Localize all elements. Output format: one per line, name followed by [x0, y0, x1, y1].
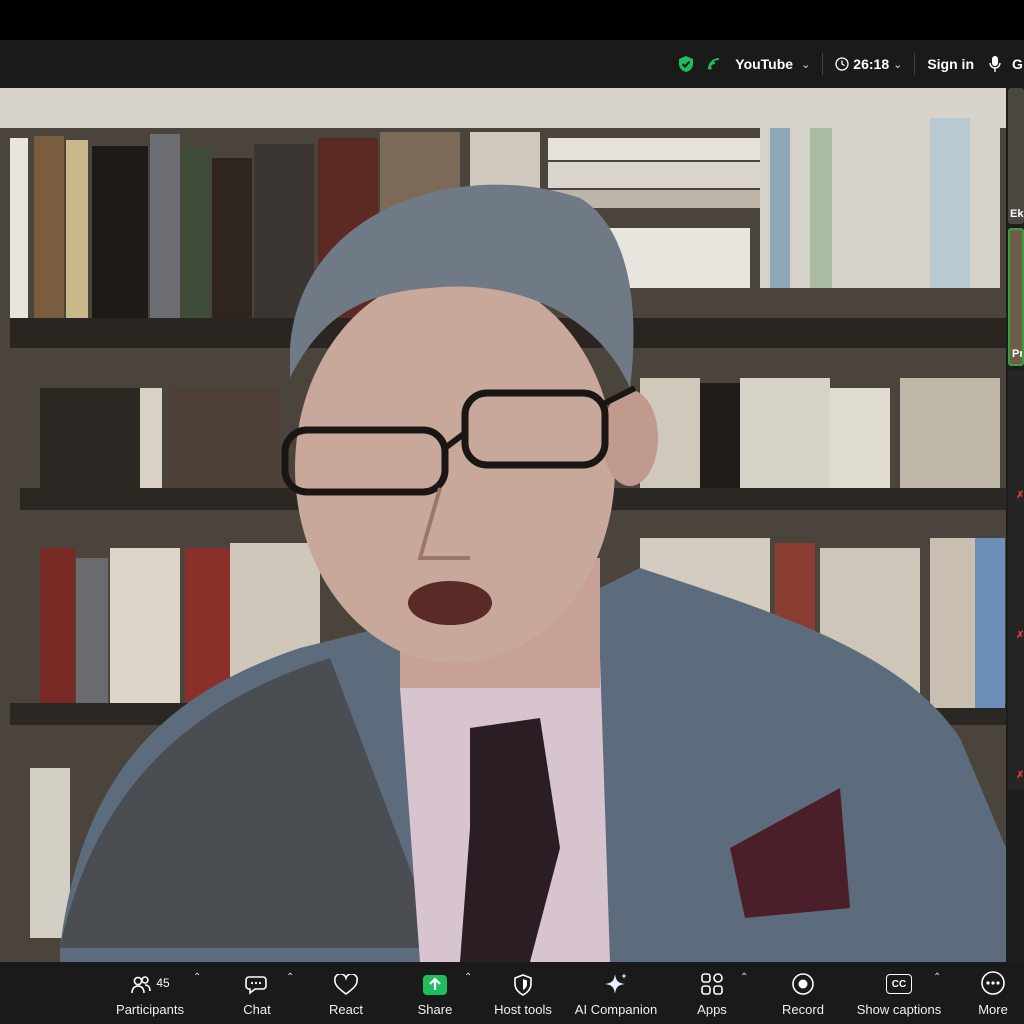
livestream-label: YouTube	[735, 56, 794, 72]
connection-status[interactable]	[707, 40, 735, 88]
top-black-strip	[0, 0, 1024, 40]
meeting-top-bar: YouTube ⌄ 26:18 ⌄ Sign in G	[0, 40, 1024, 88]
clock-icon	[835, 57, 849, 71]
participant-thumbnail[interactable]: ✗ ✗ ✗	[1008, 370, 1024, 790]
chat-label: Chat	[243, 1002, 271, 1017]
more-dots-icon	[981, 971, 1005, 995]
chevron-down-icon: ⌄	[893, 58, 903, 71]
host-tools-button[interactable]: Host tools	[490, 962, 556, 1024]
record-label: Record	[782, 1002, 824, 1017]
cc-icon-text: CC	[891, 978, 907, 990]
active-speaker-thumbnail[interactable]: Pr	[1008, 228, 1024, 366]
muted-mic-icon: ✗	[1016, 770, 1024, 781]
participant-count: 45	[156, 976, 170, 990]
share-button[interactable]: Share	[412, 962, 458, 1024]
chevron-up-icon[interactable]: ⌃	[464, 972, 472, 983]
apps-button[interactable]: Apps	[690, 962, 734, 1024]
apps-label: Apps	[697, 1002, 727, 1017]
record-button[interactable]: Record	[778, 962, 828, 1024]
speaker-video-image	[0, 88, 1006, 962]
react-label: React	[329, 1002, 363, 1017]
show-captions-label: Show captions	[856, 1002, 942, 1017]
sign-in-label: Sign in	[927, 56, 974, 72]
cutoff-control[interactable]: G	[1012, 40, 1024, 88]
more-button[interactable]: More	[972, 962, 1014, 1024]
cc-icon: CC	[886, 974, 912, 994]
sign-in-button[interactable]: Sign in	[927, 40, 974, 88]
signal-icon	[708, 58, 720, 70]
participant-thumbnail[interactable]: Ek	[1008, 88, 1024, 224]
elapsed-time: 26:18	[853, 56, 890, 72]
heart-icon	[334, 974, 358, 996]
chat-button[interactable]: Chat	[232, 962, 282, 1024]
ai-companion-label: AI Companion	[574, 1002, 658, 1017]
meeting-toolbar: 45 Participants ⌃ Chat ⌃ React Share ⌃ H…	[0, 962, 1024, 1024]
muted-mic-icon: ✗	[1016, 630, 1024, 641]
divider	[914, 53, 916, 75]
meeting-timer[interactable]: 26:18 ⌄	[835, 40, 902, 88]
participants-icon	[131, 976, 152, 994]
react-button[interactable]: React	[320, 962, 372, 1024]
participants-button[interactable]: 45 Participants	[108, 962, 192, 1024]
participants-label: Participants	[116, 1002, 184, 1017]
shield-icon	[514, 974, 532, 996]
chevron-up-icon[interactable]: ⌃	[193, 972, 201, 983]
participant-name: Pr	[1012, 348, 1024, 360]
participant-name: Ek	[1010, 208, 1024, 220]
host-tools-label: Host tools	[494, 1002, 552, 1017]
divider	[822, 53, 824, 75]
muted-mic-icon: ✗	[1016, 490, 1024, 501]
share-label: Share	[417, 1002, 453, 1017]
show-captions-button[interactable]: CC Show captions	[854, 962, 944, 1024]
chevron-down-icon: ⌄	[801, 58, 811, 71]
encryption-status[interactable]	[677, 40, 707, 88]
ai-companion-button[interactable]: AI Companion	[572, 962, 660, 1024]
chevron-up-icon[interactable]: ⌃	[933, 972, 941, 983]
record-icon	[792, 973, 814, 995]
livestream-dropdown[interactable]: YouTube ⌄	[735, 40, 810, 88]
chat-icon	[245, 976, 267, 995]
microphone-icon[interactable]	[988, 55, 1002, 73]
main-video-feed[interactable]	[0, 88, 1006, 962]
more-label: More	[978, 1002, 1008, 1017]
apps-icon	[701, 973, 723, 995]
shield-check-icon	[679, 56, 694, 72]
participant-thumbnails: Ek Pr ✗ ✗ ✗	[1006, 88, 1024, 962]
chevron-up-icon[interactable]: ⌃	[286, 972, 294, 983]
sparkle-icon	[605, 973, 627, 994]
chevron-up-icon[interactable]: ⌃	[740, 972, 748, 983]
share-arrow-icon	[423, 975, 447, 995]
cutoff-label: G	[1012, 56, 1023, 72]
